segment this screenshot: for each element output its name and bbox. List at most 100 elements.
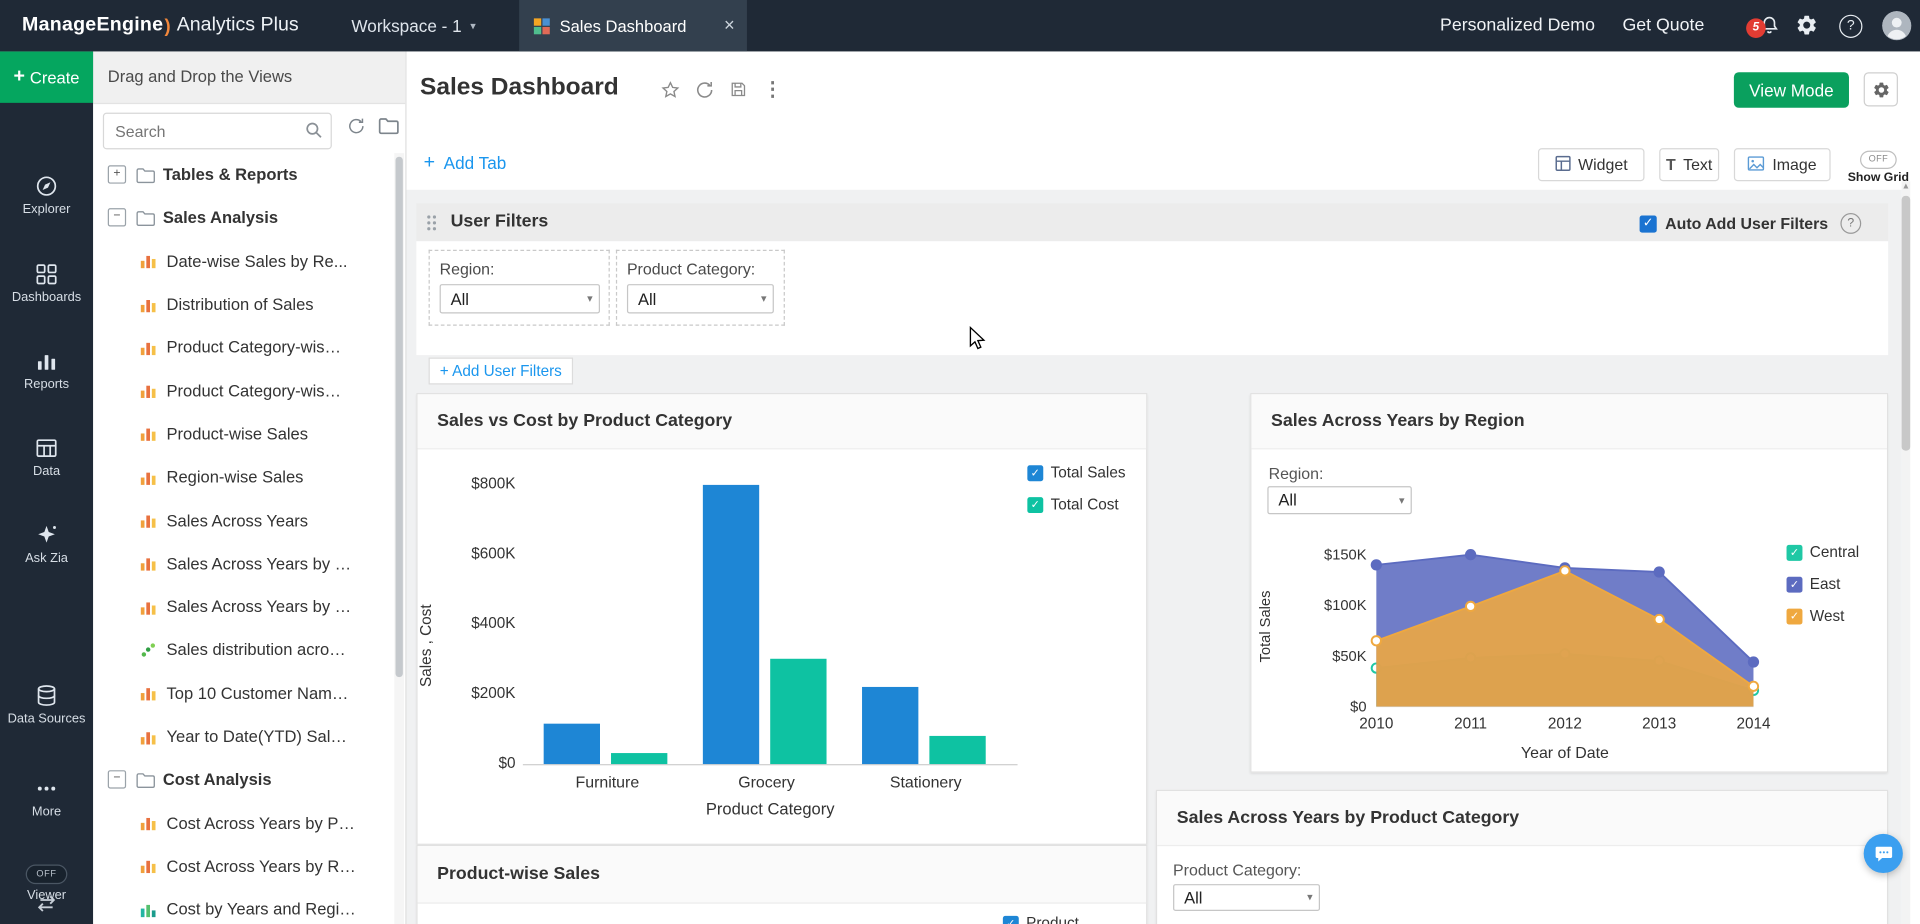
legend-label: West (1810, 607, 1845, 624)
expand-expanded-icon[interactable]: − (108, 209, 126, 227)
notifications-bell-icon[interactable]: 5 (1757, 13, 1781, 37)
tree-view-sales-across-years[interactable]: Sales Across Years (93, 499, 393, 542)
save-icon[interactable] (727, 80, 749, 102)
create-button[interactable]: Create (0, 51, 93, 102)
product-category-filter-select[interactable]: All (1173, 884, 1320, 911)
legend-checkbox[interactable]: ✓ (1027, 465, 1043, 481)
product-category-filter-select[interactable]: All (627, 284, 774, 313)
view-mode-button[interactable]: View Mode (1734, 72, 1849, 108)
legend-item[interactable]: ✓ Product... (1003, 915, 1092, 924)
user-filters-help-icon[interactable] (1840, 213, 1861, 234)
tree-view-cost-across-years-by-r[interactable]: Cost Across Years by R… (93, 845, 393, 888)
tree-view-product-category-wis[interactable]: Product Category-wis… (93, 369, 393, 412)
more-options-icon[interactable] (762, 80, 784, 102)
sidebar-item-data-sources[interactable]: Data Sources (0, 683, 93, 727)
product-category-filter-label: Product Category: (1173, 861, 1301, 879)
tree-view-sales-distribution-acro[interactable]: Sales distribution acro… (93, 628, 393, 671)
settings-gear-icon[interactable] (1795, 13, 1819, 37)
search-input[interactable] (103, 113, 332, 150)
drag-handle-icon[interactable] (426, 214, 437, 237)
legend-item[interactable]: ✓Total Sales (1027, 464, 1125, 481)
tab-close-icon[interactable] (724, 15, 735, 36)
tree-view-distribution-of-sales[interactable]: Distribution of Sales (93, 283, 393, 326)
tree-view-product-wise-sales[interactable]: Product-wise Sales (93, 412, 393, 455)
tree-view-cost-by-years-and-regi[interactable]: Cost by Years and Regi… (93, 888, 393, 924)
chart-panel-product-wise-sales[interactable]: Product-wise Sales ✓ Product... (416, 845, 1147, 924)
refresh-dashboard-icon[interactable] (693, 80, 715, 102)
workspace-selector[interactable]: Workspace - 1 (351, 0, 475, 51)
get-quote-link[interactable]: Get Quote (1622, 0, 1704, 51)
sidebar-item-reports[interactable]: Reports (0, 349, 93, 393)
tree-view-date-wise-sales-by-re[interactable]: Date-wise Sales by Re... (93, 240, 393, 283)
region-filter-select[interactable]: All (440, 284, 600, 313)
show-grid-state[interactable]: OFF (1860, 151, 1897, 169)
tree-view-cost-across-years-by-p[interactable]: Cost Across Years by P… (93, 801, 393, 844)
legend-checkbox[interactable]: ✓ (1003, 915, 1019, 924)
add-image-button[interactable]: Image (1734, 148, 1831, 181)
expand-expanded-icon[interactable]: − (108, 771, 126, 789)
sidebar-item-more[interactable]: More (0, 776, 93, 820)
tree-folder-cost-analysis[interactable]: − Cost Analysis (93, 758, 393, 801)
region-filter-select[interactable]: All (1267, 486, 1411, 514)
views-scrollbar-thumb[interactable] (396, 157, 403, 677)
chart-title-bar[interactable]: Sales Across Years by Region (1251, 394, 1887, 449)
tree-folder-tables-reports[interactable]: +Tables & Reports (93, 153, 393, 196)
chart-title-bar[interactable]: Product-wise Sales (418, 846, 1147, 904)
legend-checkbox[interactable]: ✓ (1027, 497, 1043, 513)
region-filter-value: All (451, 290, 469, 308)
chart-panel-sales-across-years-region[interactable]: Sales Across Years by Region Region: All… (1250, 393, 1888, 773)
tree-view-product-category-wis[interactable]: Product Category-wis… (93, 326, 393, 369)
chart-type-icon (140, 512, 157, 529)
chart-panel-sales-vs-cost[interactable]: Sales vs Cost by Product Category $0$200… (416, 393, 1147, 845)
sidebar-item-ask-zia[interactable]: Ask Zia (0, 523, 93, 567)
user-avatar[interactable] (1882, 11, 1911, 40)
chart-title-bar[interactable]: Sales Across Years by Product Category (1157, 791, 1887, 846)
chat-support-button[interactable] (1864, 834, 1903, 873)
legend-item[interactable]: ✓East (1787, 576, 1860, 593)
tree-view-year-to-date-ytd-sal[interactable]: Year to Date(YTD) Sal… (93, 715, 393, 758)
sidebar-collapse-icon[interactable] (0, 895, 93, 912)
sidebar-item-explorer[interactable]: Explorer (0, 174, 93, 218)
help-icon[interactable] (1839, 15, 1862, 38)
bar-total-sales (544, 724, 600, 764)
tree-view-sales-across-years-by[interactable]: Sales Across Years by … (93, 585, 393, 628)
legend-item[interactable]: ✓Central (1787, 544, 1860, 561)
sidebar-item-dashboards[interactable]: Dashboards (0, 262, 93, 306)
add-user-filters-button[interactable]: + Add User Filters (429, 358, 573, 385)
text-icon: T (1666, 156, 1676, 174)
main-scrollbar[interactable] (1902, 181, 1911, 924)
folder-view-icon[interactable] (378, 116, 399, 140)
tree-view-sales-across-years-by[interactable]: Sales Across Years by … (93, 542, 393, 585)
chart-panel-sales-across-years-category[interactable]: Sales Across Years by Product Category P… (1156, 790, 1888, 924)
expand-collapsed-icon[interactable]: + (108, 165, 126, 183)
add-widget-button[interactable]: Widget (1538, 148, 1645, 181)
legend-item[interactable]: ✓West (1787, 607, 1860, 624)
user-filters-header[interactable]: User Filters Auto Add User Filters (416, 203, 1888, 241)
views-scrollbar[interactable] (394, 153, 404, 924)
sidebar-item-data[interactable]: Data (0, 436, 93, 480)
add-tab-button[interactable]: Add Tab (424, 152, 507, 174)
refresh-views-icon[interactable] (347, 116, 367, 142)
viewer-toggle[interactable]: OFF (26, 864, 68, 884)
favorite-star-icon[interactable] (659, 80, 681, 102)
tree-view-top-10-customer-nam[interactable]: Top 10 Customer Nam… (93, 672, 393, 715)
search-box[interactable] (103, 113, 332, 150)
scroll-up-arrow-icon[interactable] (1902, 182, 1911, 191)
add-text-button[interactable]: T Text (1659, 148, 1719, 181)
show-grid-toggle[interactable]: OFF Show Grid (1839, 146, 1917, 185)
x-tick-label: Furniture (540, 773, 675, 791)
chart-title-bar[interactable]: Sales vs Cost by Product Category (418, 394, 1147, 449)
brand-logo[interactable]: ManageEngineAnalytics Plus (22, 0, 299, 51)
dashboard-settings-button[interactable] (1864, 72, 1898, 106)
tree-view-label: Sales Across Years by … (167, 598, 352, 616)
dashboard-title-row: Sales Dashboard View Mode (407, 51, 1920, 138)
legend-item[interactable]: ✓Total Cost (1027, 496, 1125, 513)
personalized-demo-link[interactable]: Personalized Demo (1440, 0, 1595, 51)
tree-folder-label: Cost Analysis (163, 771, 272, 789)
auto-add-user-filters-checkbox[interactable] (1639, 215, 1656, 232)
text-label: Text (1683, 156, 1712, 174)
tab-sales-dashboard[interactable]: Sales Dashboard (519, 0, 747, 51)
tree-folder-sales-analysis[interactable]: −Sales Analysis (93, 196, 393, 239)
tree-view-region-wise-sales[interactable]: Region-wise Sales (93, 456, 393, 499)
main-scrollbar-thumb[interactable] (1902, 196, 1911, 451)
